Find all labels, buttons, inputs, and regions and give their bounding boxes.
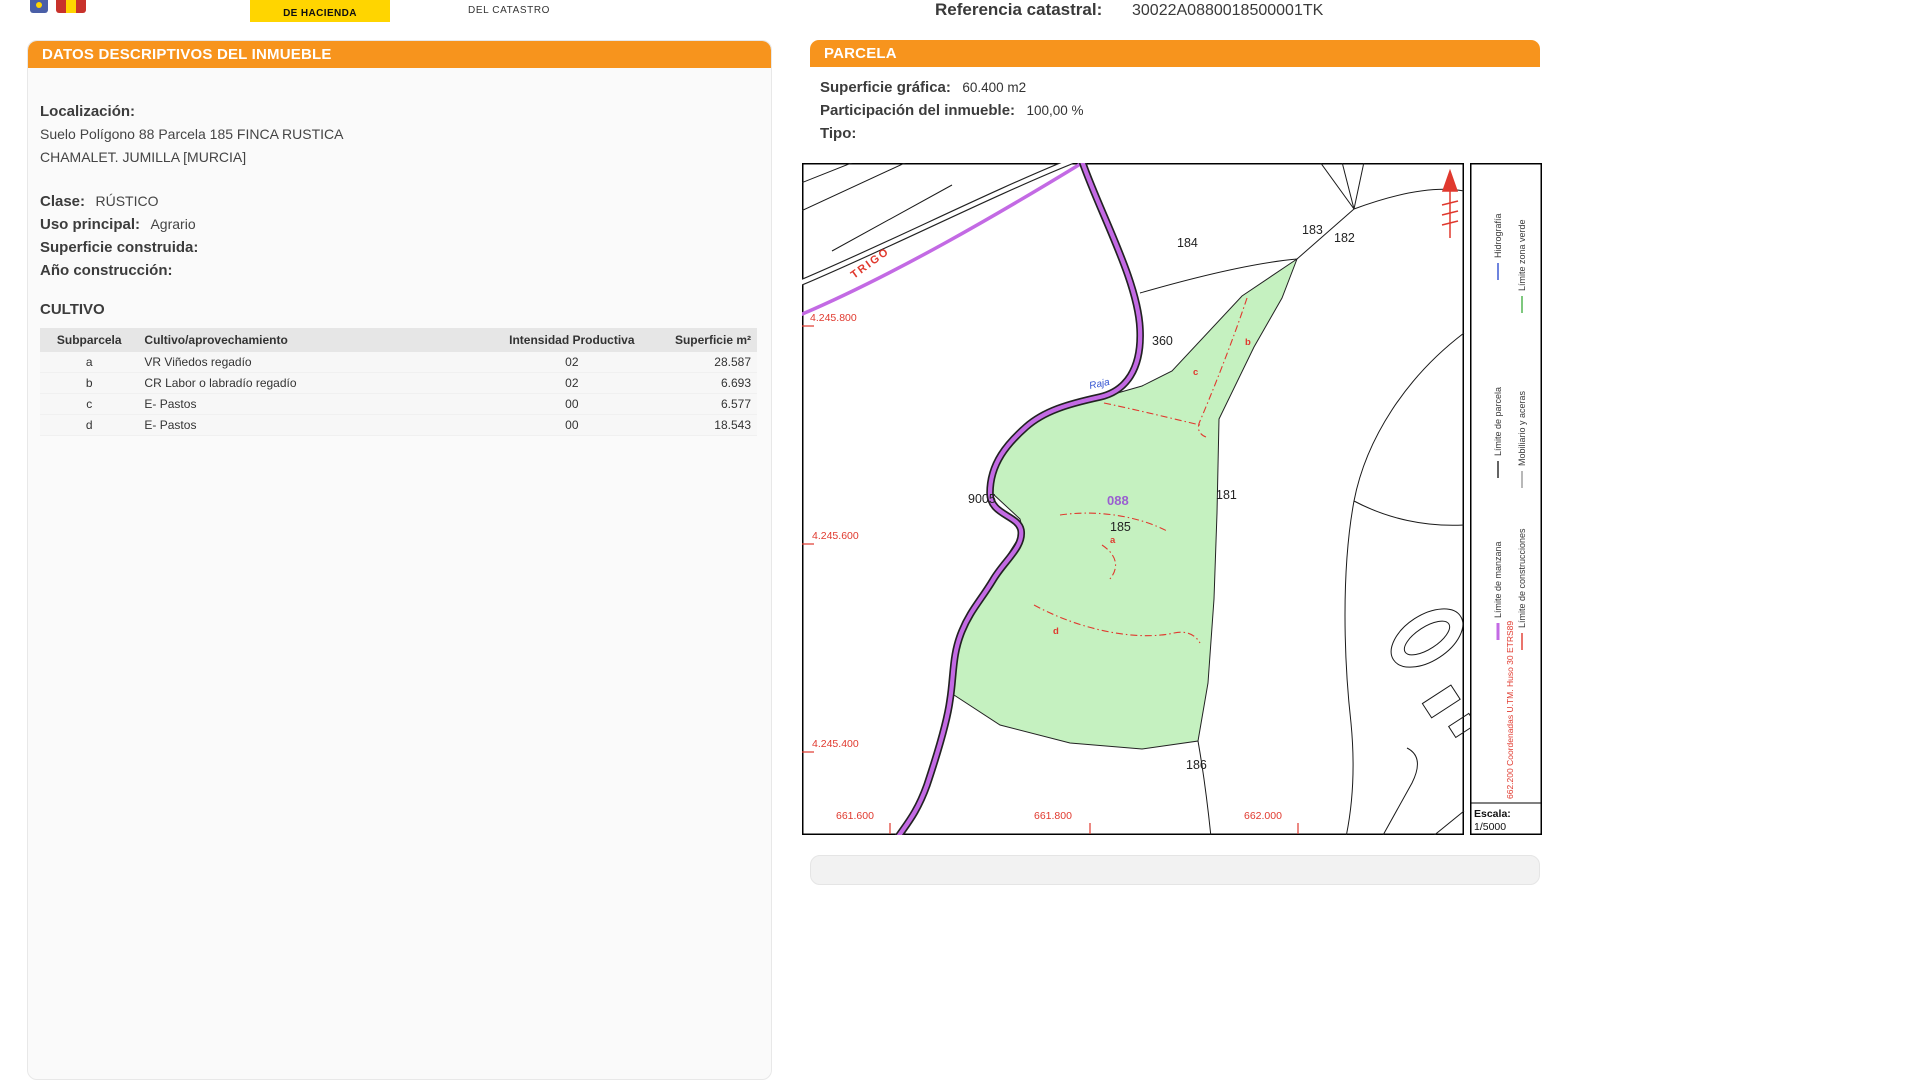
intensity-cell: 02 — [493, 373, 651, 394]
class-label: Clase: — [40, 193, 85, 210]
scale-label: Escala: — [1474, 808, 1511, 820]
parcel-label-181: 181 — [1216, 488, 1237, 502]
participation-row: Participación del inmueble: 100,00 % — [820, 99, 1084, 122]
legend-item-block-limit: Límite de manzana — [1493, 541, 1503, 618]
parcel-label-186: 186 — [1186, 758, 1207, 772]
construction-year-label: Año construcción: — [40, 262, 173, 279]
cultivation-section-title: CULTIVO — [40, 298, 757, 322]
catastro-org-text: DEL CATASTRO — [468, 5, 550, 16]
ministry-logo-box: DE HACIENDA — [250, 0, 390, 22]
table-row: b CR Labor o labradío regadío 02 6.693 — [40, 373, 757, 394]
parcel-label-088: 088 — [1107, 493, 1129, 508]
intensity-cell: 02 — [493, 352, 651, 373]
property-data-panel: DATOS DESCRIPTIVOS DEL INMUEBLE Localiza… — [27, 40, 772, 1080]
location-line-2: CHAMALET. JUMILLA [MURCIA] — [40, 146, 757, 169]
subparcel-cell: a — [40, 352, 138, 373]
surface-cell: 18.543 — [651, 415, 757, 436]
legend-item-parcel-limit: Límite de parcela — [1493, 387, 1503, 456]
coordinate-label-y2: 4.245.600 — [812, 530, 859, 542]
scale-value: 1/5000 — [1474, 821, 1506, 833]
surface-cell: 28.587 — [651, 352, 757, 373]
coordinate-label-y1: 4.245.800 — [810, 312, 857, 324]
cultivation-cell: CR Labor o labradío regadío — [138, 373, 492, 394]
legend-item-street-furniture: Mobiliario y aceras — [1517, 390, 1527, 466]
column-header-cultivation: Cultivo/aprovechamiento — [138, 328, 492, 352]
legend-item-hydrography: Hidrografía — [1493, 213, 1503, 258]
next-section-panel — [810, 855, 1540, 885]
cultivation-cell: VR Viñedos regadío — [138, 352, 492, 373]
coordinate-label-x1: 661.600 — [836, 810, 874, 822]
graphic-surface-row: Superficie gráfica: 60.400 m2 — [820, 76, 1084, 99]
subparcel-label-d: d — [1053, 626, 1059, 637]
parcel-label-185: 185 — [1110, 520, 1131, 534]
cultivation-cell: E- Pastos — [138, 415, 492, 436]
column-header-surface: Superficie m² — [651, 328, 757, 352]
ministry-logo-text: DE HACIENDA — [283, 8, 357, 19]
parcel-panel: PARCELA Superficie gráfica: 60.400 m2 Pa… — [802, 40, 1542, 1080]
property-data-body: Localización: Suelo Polígono 88 Parcela … — [28, 68, 771, 436]
coordinate-label-x2: 661.800 — [1034, 810, 1072, 822]
main-use-value: Agrario — [150, 216, 195, 232]
participation-value: 100,00 % — [1027, 103, 1084, 118]
subparcel-label-c: c — [1193, 367, 1198, 378]
parcel-label-9005: 9005 — [968, 492, 996, 506]
graphic-surface-label: Superficie gráfica: — [820, 79, 951, 96]
column-header-intensity: Intensidad Productiva — [493, 328, 651, 352]
cadastral-reference-label: Referencia catastral: — [935, 0, 1102, 20]
coordinate-label-y3: 4.245.400 — [812, 738, 859, 750]
parcel-label-360: 360 — [1152, 334, 1173, 348]
property-data-panel-title: DATOS DESCRIPTIVOS DEL INMUEBLE — [28, 41, 771, 68]
legend-crs-note: 662.200 Coordenadas U.TM. Huso 30 ETRS89 — [1505, 621, 1515, 799]
table-row: c E- Pastos 00 6.577 — [40, 394, 757, 415]
cadastral-map: 4.245.800 4.245.600 4.245.400 661.600 66… — [802, 163, 1542, 835]
cultivation-table: Subparcela Cultivo/aprovechamiento Inten… — [40, 328, 757, 436]
location-label: Localización: — [40, 100, 757, 123]
subparcel-label-a: a — [1110, 535, 1116, 546]
column-header-subparcel: Subparcela — [40, 328, 138, 352]
parcel-info: Superficie gráfica: 60.400 m2 Participac… — [820, 76, 1084, 145]
graphic-surface-value: 60.400 m2 — [962, 80, 1026, 95]
cultivation-table-header-row: Subparcela Cultivo/aprovechamiento Inten… — [40, 328, 757, 352]
parcel-label-184: 184 — [1177, 236, 1198, 250]
subparcel-cell: b — [40, 373, 138, 394]
cadastral-document-page: DE HACIENDA DEL CATASTRO Referencia cata… — [0, 0, 1920, 1080]
cadastral-reference-value: 30022A0880018500001TK — [1132, 2, 1323, 20]
parcel-label-182: 182 — [1334, 231, 1355, 245]
class-row: Clase: RÚSTICO — [40, 190, 757, 213]
built-area-label: Superficie construida: — [40, 239, 198, 256]
table-row: a VR Viñedos regadío 02 28.587 — [40, 352, 757, 373]
location-line-1: Suelo Polígono 88 Parcela 185 FINCA RUST… — [40, 123, 757, 146]
type-row: Tipo: — [820, 122, 1084, 145]
intensity-cell: 00 — [493, 394, 651, 415]
subparcel-label-b: b — [1245, 337, 1251, 348]
participation-label: Participación del inmueble: — [820, 102, 1015, 119]
legend-item-construction-limit: Límite de construcciones — [1517, 528, 1527, 628]
construction-year-row: Año construcción: — [40, 259, 757, 282]
legend-item-green-zone: Límite zona verde — [1517, 219, 1527, 291]
intensity-cell: 00 — [493, 415, 651, 436]
coordinate-label-x3: 662.000 — [1244, 810, 1282, 822]
built-area-row: Superficie construida: — [40, 236, 757, 259]
subparcel-cell: d — [40, 415, 138, 436]
subparcel-cell: c — [40, 394, 138, 415]
cadastral-map-svg: 4.245.800 4.245.600 4.245.400 661.600 66… — [802, 163, 1542, 835]
surface-cell: 6.577 — [651, 394, 757, 415]
crest-star-icon — [36, 2, 42, 8]
table-row: d E- Pastos 00 18.543 — [40, 415, 757, 436]
main-use-row: Uso principal: Agrario — [40, 213, 757, 236]
government-crest-icon — [30, 0, 48, 13]
class-value: RÚSTICO — [95, 193, 158, 209]
main-use-label: Uso principal: — [40, 216, 140, 233]
ministry-flag-icon — [56, 0, 86, 13]
surface-cell: 6.693 — [651, 373, 757, 394]
cultivation-cell: E- Pastos — [138, 394, 492, 415]
parcel-label-183: 183 — [1302, 223, 1323, 237]
parcel-panel-title: PARCELA — [810, 40, 1540, 67]
type-label: Tipo: — [820, 125, 856, 142]
